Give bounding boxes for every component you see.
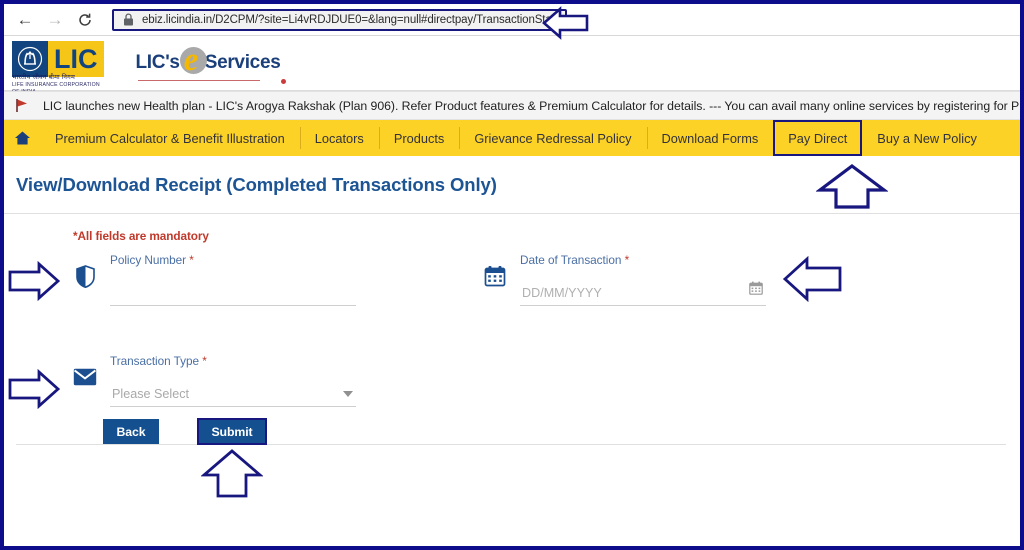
eservices-e-glyph: e [183,42,199,78]
nav-label: Download Forms [661,130,759,146]
nav-label: Products [393,130,445,146]
calendar-picker-icon[interactable] [749,281,763,300]
policy-number-label: Policy Number * [110,253,356,267]
date-of-transaction-label: Date of Transaction * [520,253,766,267]
lic-tagline-hindi: भारतीय जीवन बीमा निगम [12,74,75,81]
eservices-dot [281,79,287,84]
back-icon[interactable]: ← [12,7,38,33]
envelope-glyph [73,368,97,386]
home-glyph [14,131,30,145]
forward-icon[interactable]: → [42,7,68,33]
nav-item-download-forms[interactable]: Download Forms [646,120,774,156]
shield-glyph [75,264,95,288]
page-title: View/Download Receipt (Completed Transac… [16,173,497,195]
transaction-type-select[interactable]: Please Select [110,385,356,407]
eservices-prefix: LIC's [135,52,181,73]
transaction-type-selected-value: Please Select [112,387,190,401]
envelope-icon [70,362,100,392]
eservices-suffix: Services [204,52,281,73]
transaction-form: *All fields are mandatory Policy Number … [16,215,1006,445]
news-ticker: LIC launches new Health plan - LIC's Aro… [4,91,1020,120]
shield-icon [70,261,100,291]
policy-number-input[interactable] [110,284,356,306]
transaction-type-label: Transaction Type * [110,354,356,368]
eservices-logo[interactable]: LIC's e Services [135,41,287,85]
transaction-type-label-text: Transaction Type [110,354,200,368]
submit-annotation-arrow [201,449,263,498]
nav-item-grievance-redressal-policy[interactable]: Grievance Redressal Policy [459,120,646,156]
nav-label: Premium Calculator & Benefit Illustratio… [55,130,285,146]
calendar-glyph [484,266,506,287]
eservices-underline [137,79,260,81]
chevron-down-icon [343,391,353,397]
date-of-transaction-input[interactable] [520,284,766,306]
ticker-text: LIC launches new Health plan - LIC's Aro… [43,98,1020,113]
reload-icon[interactable] [72,7,98,33]
required-mark: * [624,253,630,267]
required-mark: * [202,354,207,368]
required-mark: * [189,253,194,267]
eservices-e-icon: e [178,42,208,80]
nav-item-products[interactable]: Products [378,120,460,156]
address-bar[interactable]: ebiz.licindia.in/D2CPM/?site=Li4vRDJDUE0… [112,8,567,31]
nav-label: Grievance Redressal Policy [474,130,632,146]
calendar-icon [480,261,510,291]
date-of-transaction-field: Date of Transaction * [480,253,766,306]
nav-item-pay-direct[interactable]: Pay Direct [773,120,863,156]
submit-button[interactable]: Submit [197,418,267,445]
nav-item-premium-calculator[interactable]: Premium Calculator & Benefit Illustratio… [40,120,300,156]
lock-glyph [124,13,133,26]
home-icon[interactable] [4,120,40,156]
mandatory-note: *All fields are mandatory [73,229,209,243]
main-navigation: Premium Calculator & Benefit Illustratio… [4,120,1020,156]
screenshot-root: ← → ebiz.licindia.in/D2CPM/?site=Li4vRDJ… [0,0,1024,550]
nav-item-locators[interactable]: Locators [299,120,379,156]
date-of-transaction-body: Date of Transaction * [520,253,766,306]
reload-glyph [79,13,91,26]
site-header: LIC LIC's e Services [4,36,1020,91]
policy-number-body: Policy Number * [110,253,356,306]
calendar-picker-glyph [749,281,763,295]
nav-label: Locators [314,130,364,146]
transaction-type-field: Transaction Type * Please Select [70,354,356,407]
nav-label: Buy a New Policy [877,130,977,146]
lic-wordmark: LIC [48,41,104,77]
lock-icon [122,13,135,26]
date-of-transaction-label-text: Date of Transaction [520,253,622,267]
lic-hands-glyph [17,46,43,72]
lic-emblem-icon [12,41,48,77]
browser-toolbar: ← → ebiz.licindia.in/D2CPM/?site=Li4vRDJ… [4,4,1020,36]
policy-number-label-text: Policy Number [110,253,187,267]
url-text: ebiz.licindia.in/D2CPM/?site=Li4vRDJDUE0… [142,13,559,26]
nav-label: Pay Direct [788,130,848,146]
flag-glyph [16,99,27,112]
page-title-bar: View/Download Receipt (Completed Transac… [4,156,1020,214]
red-flag-icon [14,97,31,114]
transaction-type-body: Transaction Type * Please Select [110,354,356,407]
policy-number-field: Policy Number * [70,253,356,306]
nav-item-buy-a-new-policy[interactable]: Buy a New Policy [862,120,992,156]
back-button[interactable]: Back [103,419,159,444]
